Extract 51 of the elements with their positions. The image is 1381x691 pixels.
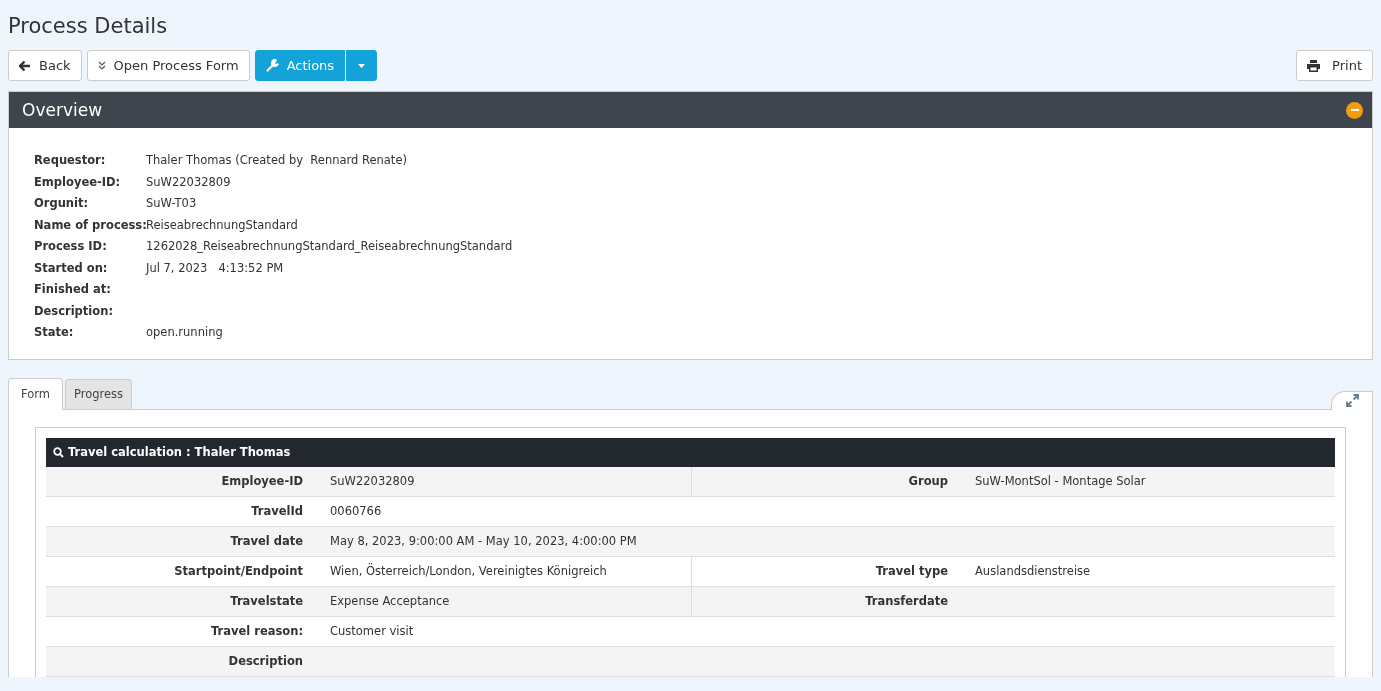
open-process-form-button[interactable]: Open Process Form bbox=[86, 50, 250, 81]
tab[interactable]: Form bbox=[8, 377, 63, 410]
field-value: SuW-T03 bbox=[146, 195, 198, 212]
form-value: 0060766 bbox=[329, 502, 383, 520]
page-title: Process Details bbox=[8, 14, 168, 38]
form-value: Expense Acceptance bbox=[329, 592, 451, 610]
field-value: Thaler Thomas (Created by Rennard Renate) bbox=[146, 152, 408, 169]
field-value: open.running bbox=[146, 324, 224, 341]
expand-icon[interactable] bbox=[1345, 394, 1359, 407]
caret-icon bbox=[358, 63, 366, 68]
search-icon bbox=[53, 446, 64, 458]
form-label: Group bbox=[691, 466, 948, 496]
field-label: Orgunit: bbox=[34, 195, 90, 212]
collapse-icon[interactable] bbox=[1346, 101, 1363, 119]
field-value: SuW22032809 bbox=[146, 173, 232, 191]
field-label: Started on: bbox=[34, 259, 109, 277]
tab[interactable]: Progress bbox=[65, 378, 133, 409]
form-label: Employee-ID bbox=[220, 472, 303, 490]
print-button[interactable]: Print bbox=[1296, 50, 1373, 81]
form-label: Startpoint/Endpoint bbox=[173, 562, 303, 580]
printer-icon bbox=[1307, 59, 1321, 72]
field-value: Jul 7, 2023 4:13:52 PM bbox=[146, 259, 285, 277]
form-label: Travel date bbox=[229, 532, 303, 550]
form-label: Description bbox=[227, 652, 303, 670]
form-label: Transferdate bbox=[691, 586, 948, 616]
form-value: May 8, 2023, 9:00:00 AM - May 10, 2023, 4:00:00 PM bbox=[329, 532, 638, 550]
wrench-icon bbox=[265, 59, 279, 72]
double-chevron-icon bbox=[97, 61, 106, 70]
form-value: Customer visit bbox=[329, 622, 415, 640]
field-label: Employee-ID: bbox=[34, 173, 122, 191]
form-value: SuW22032809 bbox=[329, 472, 416, 490]
arrow-left-icon bbox=[19, 59, 31, 72]
field-label: Requestor: bbox=[34, 152, 107, 169]
field-label: Name of process: bbox=[34, 216, 146, 234]
form-label: TravelId bbox=[250, 502, 303, 520]
field-label: Finished at: bbox=[34, 281, 112, 298]
form-title: Travel calculation : Thaler Thomas bbox=[68, 445, 291, 459]
field-label: Description: bbox=[34, 302, 114, 320]
field-value: 1262028_ReiseabrechnungStandard_ReiseabrechnungStandard bbox=[146, 238, 514, 255]
actions-dropdown-button[interactable] bbox=[346, 50, 378, 81]
form-value: SuW-MontSol - Montage Solar bbox=[974, 472, 1147, 490]
form-value: Wien, Österreich/London, Vereinigtes Königreich bbox=[329, 562, 608, 580]
form-value: Auslandsdienstreise bbox=[974, 562, 1092, 580]
field-value: ReiseabrechnungStandard bbox=[146, 216, 299, 234]
field-label: State: bbox=[34, 324, 75, 341]
overview-title: Overview bbox=[22, 100, 103, 120]
back-button[interactable]: Back bbox=[8, 50, 82, 81]
form-label: Travel reason: bbox=[209, 622, 303, 640]
field-label: Process ID: bbox=[34, 238, 108, 255]
form-label: Travelstate bbox=[229, 592, 303, 610]
form-label: Travel type bbox=[691, 556, 948, 586]
